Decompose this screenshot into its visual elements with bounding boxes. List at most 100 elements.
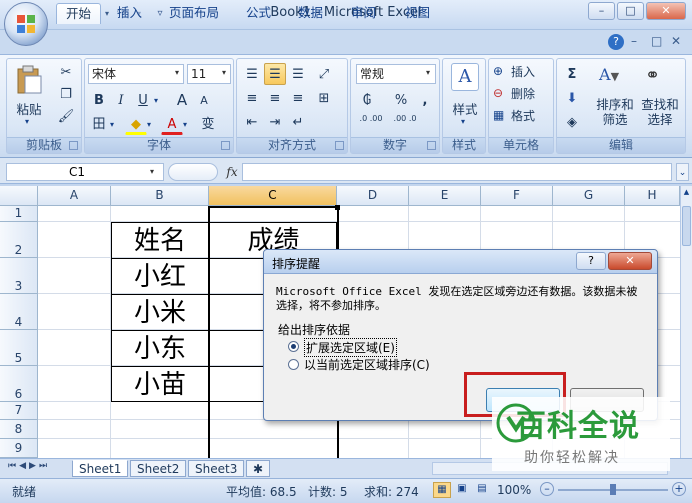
row-header-1[interactable]: 1 [0,206,38,222]
ribbon-restore-button[interactable]: □ [651,34,662,48]
dialog-help-button[interactable]: ? [576,252,606,270]
page-break-view-icon[interactable]: ▤ [473,482,491,498]
sheet-nav-arrows-icon[interactable]: ⏮◀▶⏭ [8,461,50,471]
underline-dropdown-icon[interactable]: ▾ [154,96,158,105]
alignment-launcher-icon[interactable] [335,141,344,150]
row-header-6[interactable]: 6 [0,366,38,402]
fill-dropdown-icon[interactable]: ▾ [147,120,151,129]
autosum-button[interactable]: Σ [561,63,583,85]
column-header-g[interactable]: G [553,186,625,206]
column-header-a[interactable]: A [38,186,111,206]
tab-formulas[interactable]: 公式 [237,3,280,24]
dialog-close-button[interactable]: ✕ [608,252,652,270]
clipboard-launcher-icon[interactable] [69,141,78,150]
fill-handle[interactable] [335,205,340,210]
name-box-dropdown-icon[interactable]: ▾ [150,167,154,176]
insert-sheet-icon[interactable]: ✱ [246,460,270,477]
sort-filter-button[interactable]: 排序和 筛选 [593,97,637,127]
phonetic-button[interactable]: 变 [197,113,219,135]
merge-center-icon[interactable]: ⊞ [313,87,335,109]
align-left-icon[interactable]: ≡ [241,87,263,109]
clear-icon[interactable]: ◈ [561,111,583,133]
tab-data[interactable]: 数据 [289,3,332,24]
number-launcher-icon[interactable] [427,141,436,150]
font-color-button[interactable]: A [161,113,183,135]
zoom-level[interactable]: 100% [497,483,531,497]
row-header-7[interactable]: 7 [0,402,38,420]
scroll-thumb[interactable] [682,206,691,246]
font-name-select[interactable]: 宋体 [88,64,184,84]
align-bottom-icon[interactable]: ☰ [287,63,309,85]
insert-cells-button[interactable]: 插入 [511,63,535,80]
maximize-button[interactable]: □ [617,2,644,20]
find-select-button[interactable]: 查找和 选择 [637,97,683,127]
number-format-select[interactable]: 常规 [356,64,436,84]
styles-dropdown-icon[interactable]: ▾ [461,117,465,126]
zoom-in-icon[interactable]: + [672,482,686,496]
paste-label[interactable]: 粘贴 [11,99,47,118]
scroll-up-icon[interactable]: ▲ [682,188,691,200]
help-icon[interactable]: ? [608,34,624,50]
paste-dropdown-icon[interactable]: ▾ [25,117,29,126]
close-button[interactable]: ✕ [646,2,686,20]
cell-b5[interactable]: 小东 [111,330,209,366]
cell-b3[interactable]: 小红 [111,258,209,294]
name-box[interactable]: C1 [6,163,164,181]
cell-b6[interactable]: 小苗 [111,366,209,402]
insert-cells-icon[interactable]: ⊕ [493,64,507,78]
office-button[interactable] [4,2,48,46]
tab-home[interactable]: 开始 [56,3,102,24]
row-header-3[interactable]: 3 [0,258,38,294]
fill-color-button[interactable]: ◆ [125,113,147,135]
tab-review[interactable]: 审阅 [342,3,385,24]
delete-cells-button[interactable]: 删除 [511,85,535,102]
styles-icon[interactable]: A [451,63,479,91]
column-header-c[interactable]: C [209,186,337,206]
number-format-dropdown-icon[interactable]: ▾ [426,68,430,77]
font-launcher-icon[interactable] [221,141,230,150]
sheet-tab-3[interactable]: Sheet3 [188,460,245,477]
page-layout-view-icon[interactable]: ▣ [453,482,471,498]
wrap-text-icon[interactable]: ↵ [287,111,309,133]
font-name-dropdown-icon[interactable]: ▾ [175,68,179,77]
tab-insert[interactable]: 插入 [108,3,151,24]
insert-function-button[interactable]: fx [222,163,242,181]
zoom-slider-thumb[interactable] [610,484,616,495]
row-header-4[interactable]: 4 [0,294,38,330]
decrease-indent-icon[interactable]: ⇤ [241,111,263,133]
row-header-2[interactable]: 2 [0,222,38,258]
sheet-tab-2[interactable]: Sheet2 [130,460,187,477]
increase-decimal-button[interactable]: .0 .00 [356,113,386,135]
shrink-font-button[interactable]: A [193,89,215,111]
sheet-tab-1[interactable]: Sheet1 [72,460,129,477]
vertical-scrollbar[interactable]: ▲ [680,186,692,458]
cell-b2[interactable]: 姓名 [111,222,209,258]
normal-view-icon[interactable]: ▦ [433,482,451,498]
percent-button[interactable]: % [390,89,412,111]
option-current-selection[interactable]: 以当前选定区域排序(C) [304,356,430,373]
orientation-icon[interactable]: ⤢ [313,63,335,85]
currency-icon[interactable]: ₲ [356,89,378,111]
format-painter-icon[interactable]: 🖌 [55,105,77,127]
align-center-icon[interactable]: ≡ [264,87,286,109]
formula-input[interactable] [242,163,672,181]
styles-label[interactable]: 样式 [445,99,485,118]
tab-page-layout[interactable]: 页面布局 [160,3,228,24]
format-cells-icon[interactable]: ▦ [493,108,507,122]
row-header-5[interactable]: 5 [0,330,38,366]
row-header-8[interactable]: 8 [0,420,38,439]
align-top-icon[interactable]: ☰ [241,63,263,85]
find-select-icon[interactable]: ⚭ [645,65,673,93]
expand-formula-bar-icon[interactable]: ⌄ [676,163,689,181]
column-header-d[interactable]: D [337,186,409,206]
radio-expand-selection[interactable] [288,341,299,352]
tab-view[interactable]: 视图 [396,3,439,24]
sort-filter-icon[interactable]: A▼ [599,65,627,93]
align-right-icon[interactable]: ≡ [287,87,309,109]
minimize-button[interactable]: – [588,2,615,20]
italic-button[interactable]: I [110,89,132,111]
radio-current-selection[interactable] [288,359,299,370]
border-dropdown-icon[interactable]: ▾ [110,120,114,129]
zoom-out-icon[interactable]: – [540,482,554,496]
formula-bar-splitter[interactable] [168,163,218,181]
